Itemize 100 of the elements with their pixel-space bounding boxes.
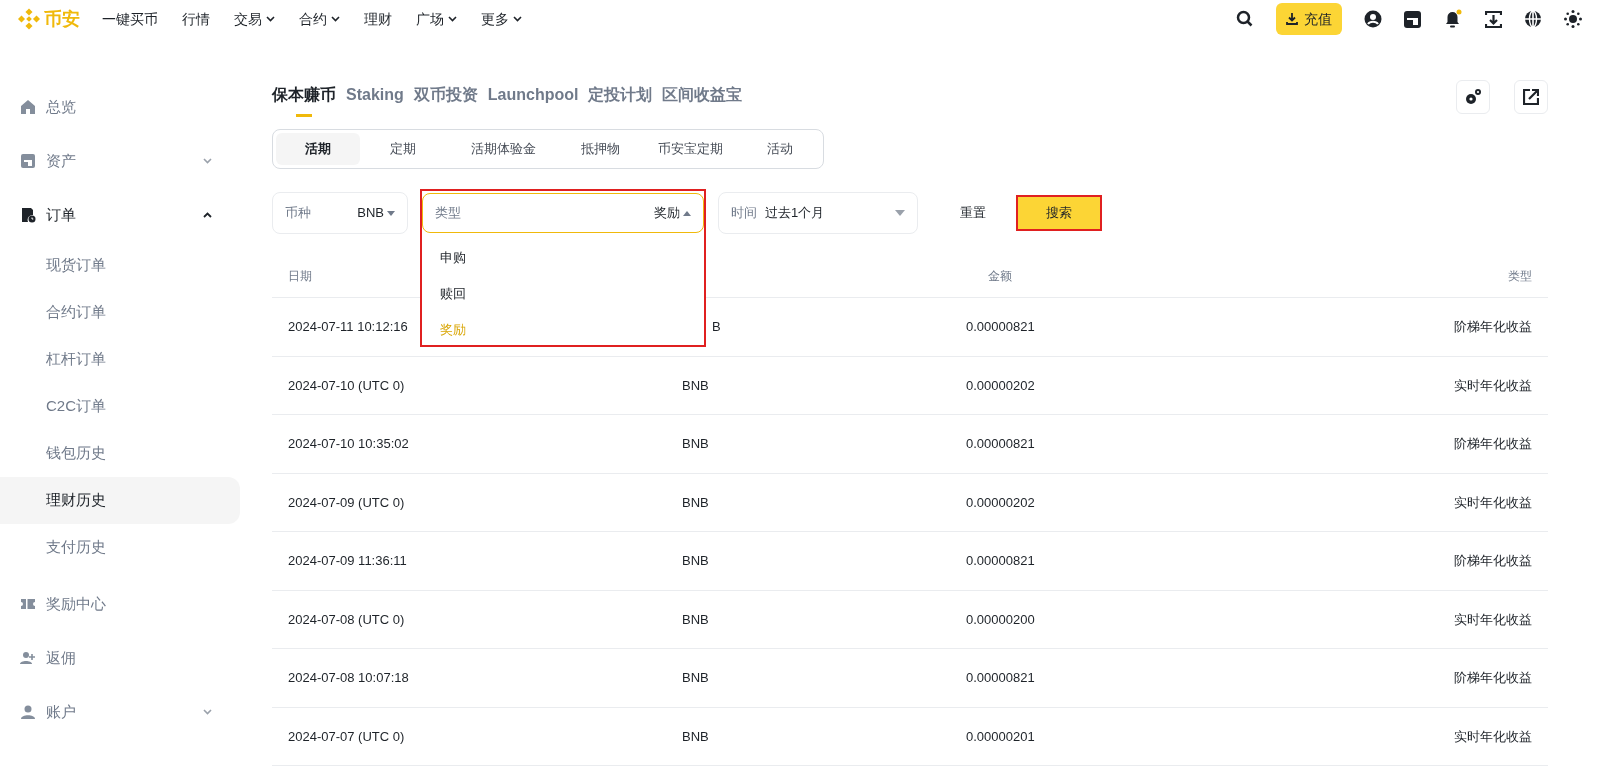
home-icon xyxy=(20,99,36,115)
tab[interactable]: 定期 xyxy=(360,133,446,165)
document-clock-icon xyxy=(20,207,36,223)
export-icon xyxy=(1523,89,1539,105)
table-cell: 2024-07-07 (UTC 0) xyxy=(288,728,405,744)
table-cell-text: BNB xyxy=(682,493,709,512)
chevron-icon xyxy=(448,16,457,22)
chevron-icon xyxy=(203,158,212,164)
tab[interactable]: 活期 xyxy=(276,133,360,165)
settings-button[interactable] xyxy=(1456,80,1490,114)
table-cell-text: 0.00000202 xyxy=(966,493,1036,512)
user-icon[interactable] xyxy=(1364,10,1382,28)
sidebar-item[interactable]: 合约订单 xyxy=(0,289,240,336)
chevron-icon xyxy=(203,212,212,218)
sidebar-item[interactable]: 支付历史 xyxy=(0,524,240,571)
sidebar-item[interactable]: 总览 xyxy=(0,80,240,134)
sidebar-item[interactable]: 订单 xyxy=(0,188,240,242)
sidebar-item[interactable]: 资产 xyxy=(0,134,240,188)
table-cell-text: 阶梯年化收益 xyxy=(1453,552,1533,570)
add-user-icon xyxy=(20,650,36,666)
table-cell: 2024-07-10 10:35:02 xyxy=(288,436,409,451)
bell-icon[interactable] xyxy=(1443,9,1463,29)
globe-icon[interactable] xyxy=(1524,10,1542,28)
tab[interactable]: Launchpool xyxy=(487,83,579,111)
table-cell: 2024-07-08 (UTC 0) xyxy=(288,611,405,627)
caret-icon xyxy=(895,210,905,216)
tab[interactable]: 抵押物 xyxy=(560,133,640,165)
column-header: 类型 xyxy=(1508,268,1532,283)
chevron-icon xyxy=(513,16,522,22)
chevron-icon xyxy=(266,16,275,22)
nav-link[interactable]: 更多 xyxy=(481,8,522,30)
table-cell-text: 实时年化收益 xyxy=(1453,493,1533,512)
nav-link[interactable]: 理财 xyxy=(364,8,392,30)
nav-link[interactable]: 广场 xyxy=(416,8,457,30)
table-cell-text: 阶梯年化收益 xyxy=(1453,318,1533,336)
table-cell: 2024-07-09 11:36:11 xyxy=(288,553,407,568)
table-cell-text: 0.00000200 xyxy=(966,610,1036,629)
coin-select[interactable]: 币种 BNB xyxy=(272,192,408,234)
table-cell-text: 0.00000821 xyxy=(966,435,1036,453)
sidebar-item[interactable]: 返佣 xyxy=(0,631,240,685)
reset-button[interactable]: 重置 xyxy=(948,195,998,231)
tab[interactable]: 区间收益宝 xyxy=(662,83,743,111)
nav-link[interactable]: 交易 xyxy=(234,8,275,30)
nav-link[interactable]: 一键买币 xyxy=(102,8,158,30)
table-cell-text: BNB xyxy=(682,610,709,629)
user-icon xyxy=(20,704,36,720)
search-button[interactable]: 搜索 xyxy=(1016,195,1102,231)
table-cell-text: 0.00000821 xyxy=(966,318,1036,336)
sidebar-item[interactable]: 杠杆订单 xyxy=(0,336,240,383)
tab[interactable]: 币安宝定期 xyxy=(640,133,740,165)
table-cell-text: B xyxy=(712,318,721,336)
sidebar-item[interactable]: 现货订单 xyxy=(0,242,240,289)
sidebar-item[interactable]: C2C订单 xyxy=(0,383,240,430)
table-cell: 2024-07-10 (UTC 0) xyxy=(288,377,405,393)
table-cell-text: 实时年化收益 xyxy=(1453,610,1533,629)
type-select[interactable]: 类型 奖励 xyxy=(422,193,704,233)
tab[interactable]: 定投计划 xyxy=(588,83,653,111)
chevron-icon xyxy=(203,709,212,715)
table-cell-text: 0.00000202 xyxy=(966,376,1036,395)
table-cell-text: BNB xyxy=(682,727,709,746)
sidebar-item[interactable]: 账户 xyxy=(0,685,240,739)
table-cell-text: 阶梯年化收益 xyxy=(1453,435,1533,453)
sidebar-item[interactable]: 奖励中心 xyxy=(0,577,240,631)
table-cell-text: BNB xyxy=(682,376,709,395)
wallet-icon xyxy=(20,153,36,169)
table-cell-text: 0.00000821 xyxy=(966,669,1036,687)
table-cell: 2024-07-11 10:12:16 xyxy=(288,319,408,334)
table-cell: 2024-07-08 10:07:18 xyxy=(288,670,409,685)
wallet-icon[interactable] xyxy=(1404,10,1421,28)
nav-link[interactable]: 合约 xyxy=(299,8,340,30)
chevron-icon xyxy=(331,16,340,22)
ticket-icon xyxy=(20,596,36,612)
caret-icon xyxy=(387,210,395,216)
table-cell-text: 0.00000821 xyxy=(966,552,1036,570)
tab[interactable]: 活期体验金 xyxy=(446,133,560,165)
table-cell-text: 实时年化收益 xyxy=(1453,727,1533,746)
time-select[interactable]: 时间 过去1个月 xyxy=(718,192,918,234)
settings-icon xyxy=(1464,88,1482,106)
menu-item[interactable]: 赎回 xyxy=(422,276,704,312)
column-header: 金额 xyxy=(988,268,1012,283)
tab[interactable]: 活动 xyxy=(740,133,820,165)
table-cell: 2024-07-09 (UTC 0) xyxy=(288,494,405,510)
tab[interactable]: Staking xyxy=(346,83,404,111)
column-header: 日期 xyxy=(288,268,312,283)
theme-icon[interactable] xyxy=(1564,10,1582,28)
search-icon[interactable] xyxy=(1236,10,1254,28)
download-icon[interactable] xyxy=(1485,10,1502,28)
sidebar-item[interactable]: 钱包历史 xyxy=(0,430,240,477)
table-cell-text: BNB xyxy=(682,435,709,453)
download-icon xyxy=(1286,13,1298,25)
tab[interactable]: 保本赚币 xyxy=(272,83,336,111)
sidebar-item[interactable]: 理财历史 xyxy=(0,477,240,524)
nav-link[interactable]: 行情 xyxy=(182,8,210,30)
deposit-button[interactable]: 充值 xyxy=(1276,3,1342,35)
menu-item[interactable]: 申购 xyxy=(422,240,704,276)
tab[interactable]: 双币投资 xyxy=(413,83,478,111)
export-button[interactable] xyxy=(1514,80,1548,114)
tab-indicator xyxy=(296,114,312,117)
table-cell-text: 0.00000201 xyxy=(966,727,1036,746)
table-cell-text: 阶梯年化收益 xyxy=(1453,669,1533,687)
